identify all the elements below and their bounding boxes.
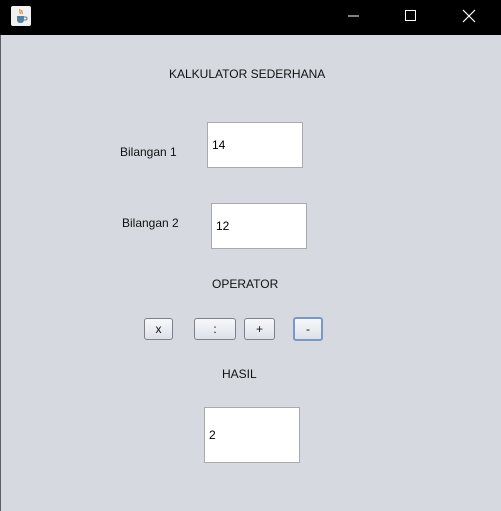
operator-label: OPERATOR [212,277,279,291]
bilangan2-label: Bilangan 2 [122,216,179,230]
bilangan1-input[interactable] [207,122,303,168]
bilangan1-label: Bilangan 1 [120,145,177,159]
multiply-button[interactable]: x [144,318,173,340]
hasil-label: HASIL [222,367,257,381]
close-button[interactable] [446,0,492,32]
close-icon [462,9,476,23]
java-cup-icon[interactable] [11,6,31,26]
maximize-icon [405,10,416,21]
subtract-button[interactable]: - [293,317,323,341]
maximize-button[interactable] [387,0,433,32]
divide-button[interactable]: : [194,318,236,340]
calculator-panel: KALKULATOR SEDERHANA Bilangan 1 Bilangan… [1,35,501,511]
bilangan2-input[interactable] [211,203,307,249]
hasil-output[interactable] [204,407,300,463]
add-button[interactable]: + [244,318,275,340]
minimize-icon [348,15,359,17]
page-title: KALKULATOR SEDERHANA [169,67,326,81]
title-bar [0,0,501,35]
minimize-button[interactable] [330,0,376,32]
